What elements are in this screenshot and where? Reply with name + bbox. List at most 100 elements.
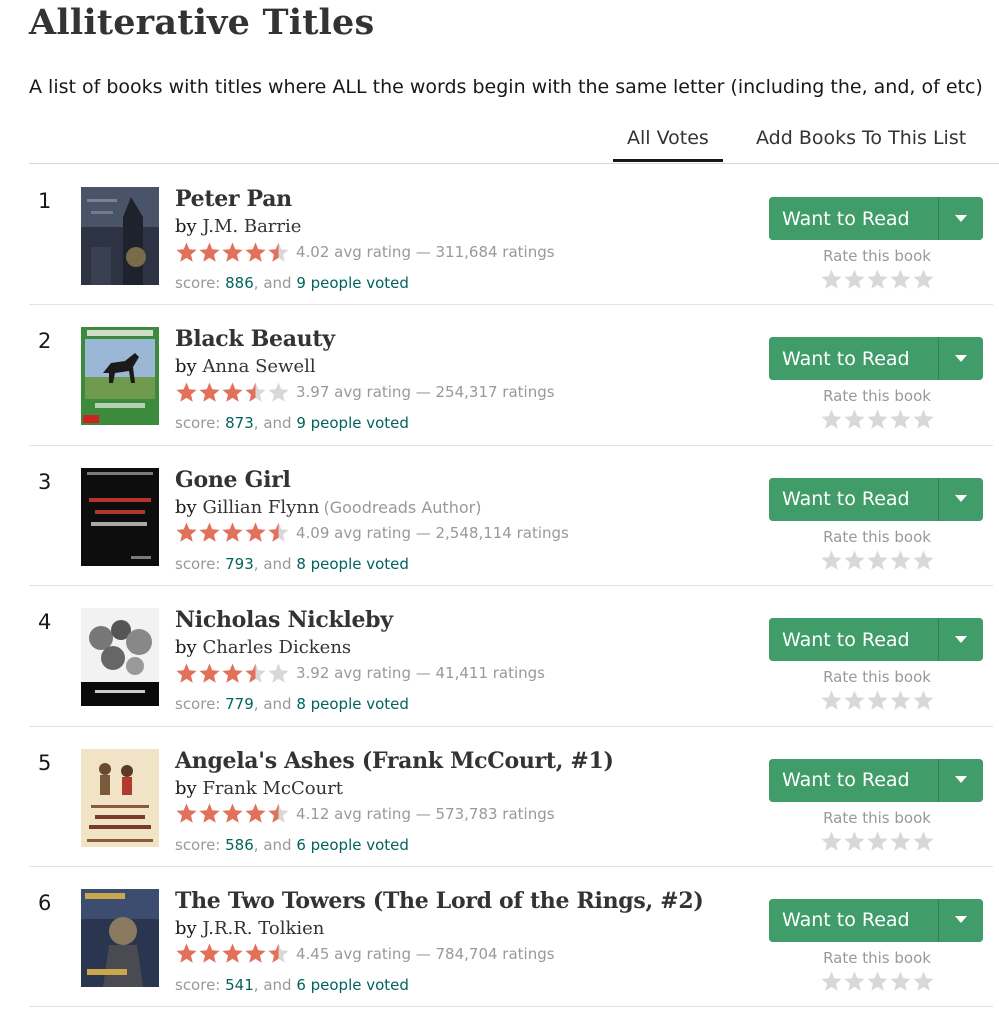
rate-star-icon[interactable]: [843, 689, 866, 712]
tab-all-votes[interactable]: All Votes: [613, 127, 723, 162]
rate-star-icon[interactable]: [866, 549, 889, 572]
want-to-read-dropdown[interactable]: [938, 337, 983, 381]
score-link[interactable]: 793: [225, 555, 254, 573]
score-prefix: score:: [175, 695, 226, 714]
rate-star-icon[interactable]: [843, 970, 866, 993]
rate-star-icon[interactable]: [843, 268, 866, 291]
book-actions: Want to Read Rate this book: [769, 618, 983, 712]
score-link[interactable]: 586: [225, 836, 254, 854]
want-to-read-dropdown[interactable]: [938, 618, 983, 662]
rate-star-icon[interactable]: [889, 408, 912, 431]
rate-star-icon[interactable]: [889, 549, 912, 572]
want-to-read-group: Want to Read: [769, 197, 983, 240]
book-cover[interactable]: [81, 467, 159, 566]
want-to-read-button[interactable]: Want to Read: [769, 758, 938, 802]
score-link[interactable]: 779: [225, 695, 254, 713]
author-name[interactable]: Anna Sewell: [202, 356, 315, 377]
book-cover[interactable]: [81, 187, 159, 285]
want-to-read-dropdown[interactable]: [938, 758, 983, 802]
want-to-read-dropdown[interactable]: [938, 898, 983, 942]
want-to-read-button[interactable]: Want to Read: [769, 898, 938, 942]
want-to-read-group: Want to Read: [769, 898, 983, 942]
want-to-read-button[interactable]: Want to Read: [769, 477, 938, 521]
rate-star-icon[interactable]: [866, 689, 889, 712]
voters-link[interactable]: 8 people voted: [296, 695, 409, 713]
book-title[interactable]: The Two Towers (The Lord of the Rings, #…: [175, 888, 775, 914]
author-name[interactable]: J.R.R. Tolkien: [202, 918, 324, 939]
book-row: 2 Black Beauty by Anna Sewell 3.97 avg r…: [29, 305, 993, 446]
rating-text: 3.92 avg rating — 41,411 ratings: [296, 664, 546, 683]
author-name[interactable]: Frank McCourt: [202, 778, 343, 799]
book-cover[interactable]: [81, 327, 159, 426]
rate-star-icon[interactable]: [820, 268, 843, 291]
voters-link[interactable]: 8 people voted: [296, 555, 409, 573]
rating-line: 4.02 avg rating — 311,684 ratings: [175, 239, 775, 265]
book-row: 5 Angela's Ashes (Frank McCourt, #1) by …: [29, 727, 993, 867]
voters-link[interactable]: 6 people voted: [296, 976, 409, 994]
author-name[interactable]: Charles Dickens: [202, 637, 351, 658]
rate-star-icon[interactable]: [912, 268, 935, 291]
rating-text: 4.09 avg rating — 2,548,114 ratings: [296, 523, 569, 542]
rate-star-icon[interactable]: [912, 970, 935, 993]
rate-star-icon[interactable]: [820, 408, 843, 431]
star-icon: [245, 522, 266, 542]
score-link[interactable]: 873: [225, 414, 254, 432]
book-rank: 1: [38, 189, 52, 213]
voters-link[interactable]: 9 people voted: [296, 414, 409, 432]
author-name[interactable]: J.M. Barrie: [202, 216, 301, 237]
rate-star-icon[interactable]: [889, 970, 912, 993]
star-icon: [268, 382, 289, 402]
book-title[interactable]: Angela's Ashes (Frank McCourt, #1): [175, 748, 775, 774]
star-icon: [268, 943, 289, 964]
rate-star-icon[interactable]: [912, 408, 935, 431]
score-link[interactable]: 886: [225, 274, 254, 292]
want-to-read-button[interactable]: Want to Read: [769, 337, 938, 381]
rate-star-icon[interactable]: [866, 830, 889, 853]
book-actions: Want to Read Rate this book: [769, 758, 983, 853]
score-separator: , and: [253, 554, 297, 573]
book-actions: Want to Read Rate this book: [769, 337, 983, 431]
rate-star-icon[interactable]: [912, 689, 935, 712]
tab-add-books[interactable]: Add Books To This List: [756, 127, 966, 159]
rate-star-icon[interactable]: [889, 689, 912, 712]
want-to-read-dropdown[interactable]: [938, 477, 983, 521]
rate-star-icon[interactable]: [843, 549, 866, 572]
rate-star-icon[interactable]: [866, 268, 889, 291]
star-icon: [245, 241, 266, 262]
book-title[interactable]: Gone Girl: [175, 467, 775, 493]
book-cover-image: [81, 888, 159, 987]
rate-star-icon[interactable]: [889, 830, 912, 853]
rate-star-icon[interactable]: [912, 549, 935, 572]
want-to-read-button[interactable]: Want to Read: [769, 197, 938, 240]
voters-link[interactable]: 6 people voted: [296, 836, 409, 854]
rating-stars: [175, 521, 290, 544]
book-rank: 5: [38, 750, 52, 775]
book-title[interactable]: Peter Pan: [175, 186, 775, 212]
book-title[interactable]: Nicholas Nickleby: [175, 607, 775, 633]
rate-star-icon[interactable]: [820, 549, 843, 572]
rating-stars: [175, 942, 290, 965]
rate-star-icon[interactable]: [889, 268, 912, 291]
rate-this-book-label: Rate this book: [823, 668, 931, 687]
rate-star-icon[interactable]: [912, 830, 935, 853]
book-cover[interactable]: [81, 748, 159, 847]
want-to-read-button[interactable]: Want to Read: [769, 618, 938, 662]
score-link[interactable]: 541: [225, 976, 254, 994]
rate-star-icon[interactable]: [843, 830, 866, 853]
rate-star-icon[interactable]: [820, 970, 843, 993]
rate-star-icon[interactable]: [820, 830, 843, 853]
author-name[interactable]: Gillian Flynn: [202, 497, 319, 518]
rate-star-icon[interactable]: [866, 970, 889, 993]
book-cover[interactable]: [81, 608, 159, 707]
want-to-read-dropdown[interactable]: [938, 197, 983, 240]
rate-stars: [769, 549, 985, 572]
rate-star-icon[interactable]: [866, 408, 889, 431]
rating-line: 3.92 avg rating — 41,411 ratings: [175, 660, 775, 686]
want-to-read-group: Want to Read: [769, 758, 983, 802]
book-cover[interactable]: [81, 888, 159, 987]
rate-star-icon[interactable]: [843, 408, 866, 431]
score-line: score: 793, and 8 people voted: [175, 555, 775, 573]
voters-link[interactable]: 9 people voted: [296, 274, 409, 292]
rate-star-icon[interactable]: [820, 689, 843, 712]
book-title[interactable]: Black Beauty: [175, 326, 775, 352]
